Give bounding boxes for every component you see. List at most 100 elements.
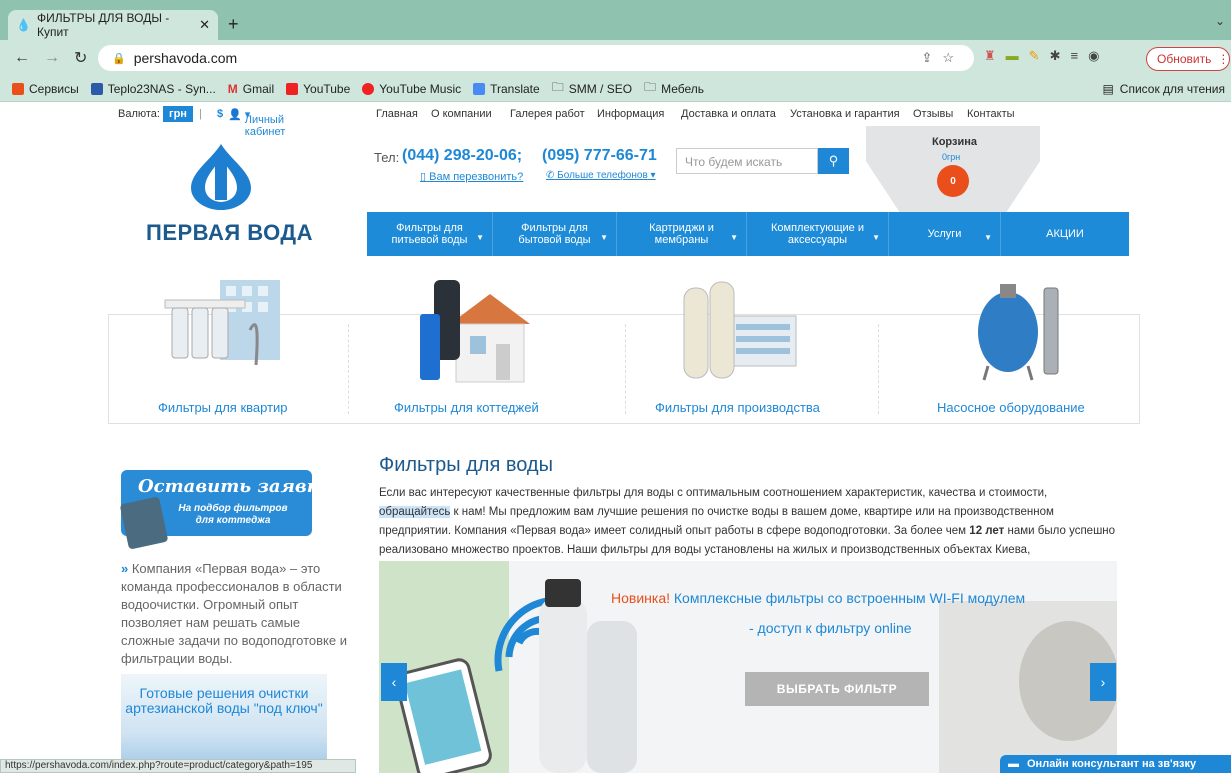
category-production[interactable]: Фильтры для производства [655,400,820,415]
category-pumps[interactable]: Насосное оборудование [937,400,1085,415]
more-phones-link[interactable]: ✆ Больше телефонов ▾ [546,170,656,181]
bookmark-youtube[interactable]: YouTube [286,82,350,96]
nav-reviews[interactable]: Отзывы [913,108,953,120]
apartment-filter-image[interactable] [160,270,290,386]
browser-status-url: https://pershavoda.com/index.php?route=p… [0,759,356,773]
caret-down-icon: ▼ [872,233,880,242]
translate-icon [473,82,486,95]
menu-cartridges[interactable]: Картриджи и мембраны ▼ [617,212,747,256]
bookmark-teplo[interactable]: Teplo23NAS - Syn... [90,82,216,96]
menu-accessories[interactable]: Комплектующие и аксессуары ▼ [747,212,889,256]
menu-promotions[interactable]: АКЦИИ [1001,212,1129,256]
reading-list[interactable]: ▤ Список для чтения [1102,82,1225,96]
nav-home[interactable]: Главная [376,108,418,120]
caret-down-icon: ▼ [600,233,608,242]
slider-prev-button[interactable]: ‹ [381,663,407,701]
page-title: Фильтры для воды [379,454,553,476]
tab-title: ФИЛЬТРЫ ДЛЯ ВОДЫ - Купит [36,11,170,39]
reload-icon[interactable]: ↻ [74,48,87,68]
nav-info[interactable]: Информация [597,108,664,120]
intro-text: к нам! Мы предложим вам лучшие решения п… [379,506,1054,537]
choose-filter-button[interactable]: ВЫБРАТЬ ФИЛЬТР [745,672,929,706]
about-body: Компания «Первая вода» – это команда про… [121,561,347,666]
cart-sum: 0грн [942,152,961,162]
cart-count-badge[interactable]: 0 [937,165,969,197]
extension-icon[interactable]: ✎ [1029,48,1040,64]
currency-usd-button[interactable]: $ [217,108,223,120]
favicon-drop-icon: 💧 [16,18,31,32]
menu-household-filters[interactable]: Фильтры для бытовой воды ▼ [493,212,617,256]
reading-list-icon: ▤ [1102,82,1114,96]
menu-dots-icon: ⋮ [1217,52,1230,66]
new-tab-icon[interactable]: + [228,14,239,35]
chevron-left-icon: ‹ [391,674,397,690]
phone-1[interactable]: (044) 298-20-06; [402,147,522,165]
bookmark-label: YouTube [303,81,351,96]
main-menu: Фильтры для питьевой воды ▼ Фильтры для б… [367,212,1129,256]
divider [348,324,349,414]
pump-equipment-image[interactable] [970,282,1066,386]
bookmark-youtube-music[interactable]: YouTube Music [362,82,461,96]
account-menu[interactable]: 👤 Личный кабинет ▾ [228,108,285,138]
search-button[interactable]: ⚲ [818,148,849,174]
intro-bold: 12 лет [969,525,1005,537]
phone-label: Тел: [374,150,400,165]
site-topbar: Валюта: грн | $ 👤 Личный кабинет ▾ Главн… [0,102,1231,138]
extension-icon[interactable]: ▬ [1006,48,1019,64]
gmail-icon: M [227,81,238,96]
menu-drinking-filters[interactable]: Фильтры для питьевой воды ▼ [367,212,493,256]
tab-search-icon[interactable]: ⌄ [1215,14,1225,28]
category-cottages[interactable]: Фильтры для коттеджей [394,400,539,415]
bookmark-gmail[interactable]: M Gmail [228,82,274,96]
bookmark-services[interactable]: Сервисы [12,82,79,96]
folder-icon: 🗀 [551,80,564,94]
search-input[interactable]: Что будем искать [676,148,818,174]
logo-drop-icon[interactable] [177,142,265,210]
youtube-music-icon [362,82,375,95]
phone-2[interactable]: (095) 777-66-71 [542,147,657,165]
update-label: Обновить [1157,52,1212,66]
industrial-filter-image[interactable] [670,276,800,386]
order-subtitle: На подбор фильтров для коттеджа [178,503,288,526]
bookmark-translate[interactable]: Translate [473,82,540,96]
nav-contacts[interactable]: Контакты [967,108,1015,120]
menu-label: Картриджи и мембраны [649,222,714,246]
forward-icon[interactable]: → [44,49,60,67]
extensions-bar: ♜ ▬ ✎ ✱ ≡ ◉ [984,48,1099,64]
cottage-filter-image[interactable] [410,274,530,386]
back-icon[interactable]: ← [14,49,30,67]
callback-label: Вам перезвонить? [429,171,524,183]
menu-services[interactable]: Услуги ▼ [889,212,1001,256]
url-field[interactable]: 🔒 pershavoda.com ⇪☆ [98,45,974,71]
chat-label: Онлайн консультант на зв'язку [1027,758,1197,770]
nav-gallery[interactable]: Галерея работ [510,108,585,120]
category-apartments[interactable]: Фильтры для квартир [158,400,288,415]
account-label: Личный кабинет [244,114,286,138]
logo-text[interactable]: ПЕРВАЯ ВОДА [146,220,313,246]
extension-icon[interactable]: ♜ [984,48,996,64]
close-tab-icon[interactable]: ✕ [199,17,210,33]
menu-label: Комплектующие и аксессуары [771,222,864,246]
media-icon[interactable]: ≡ [1070,48,1078,64]
nav-installation[interactable]: Установка и гарантия [790,108,900,120]
profile-icon[interactable]: ◉ [1088,48,1099,64]
share-star-icons[interactable]: ⇪☆ [921,50,964,66]
bookmark-label: YouTube Music [379,81,462,96]
order-title: Оставить заявку [138,476,330,497]
bookmark-mebel[interactable]: 🗀 Мебель [644,78,704,99]
update-button[interactable]: Обновить ⋮ [1146,47,1230,71]
online-chat-button[interactable]: ▬ Онлайн консультант на зв'язку [1000,755,1231,773]
callback-link[interactable]: ▯ Вам перезвонить? [420,170,523,183]
apps-icon [12,82,24,95]
bookmark-smm[interactable]: 🗀 SMM / SEO [552,78,632,99]
nav-delivery[interactable]: Доставка и оплата [681,108,776,120]
browser-tab[interactable]: 💧 ФИЛЬТРЫ ДЛЯ ВОДЫ - Купит ✕ [8,10,218,40]
about-text: » Компания «Первая вода» – это команда п… [121,560,351,668]
puzzle-icon[interactable]: ✱ [1050,48,1061,64]
menu-label: Услуги [927,228,962,240]
nav-about[interactable]: О компании [431,108,492,120]
chat-icon: ▬ [1008,758,1019,770]
youtube-icon [286,82,299,95]
currency-uah-button[interactable]: грн [163,106,193,122]
slider-next-button[interactable]: › [1090,663,1116,701]
